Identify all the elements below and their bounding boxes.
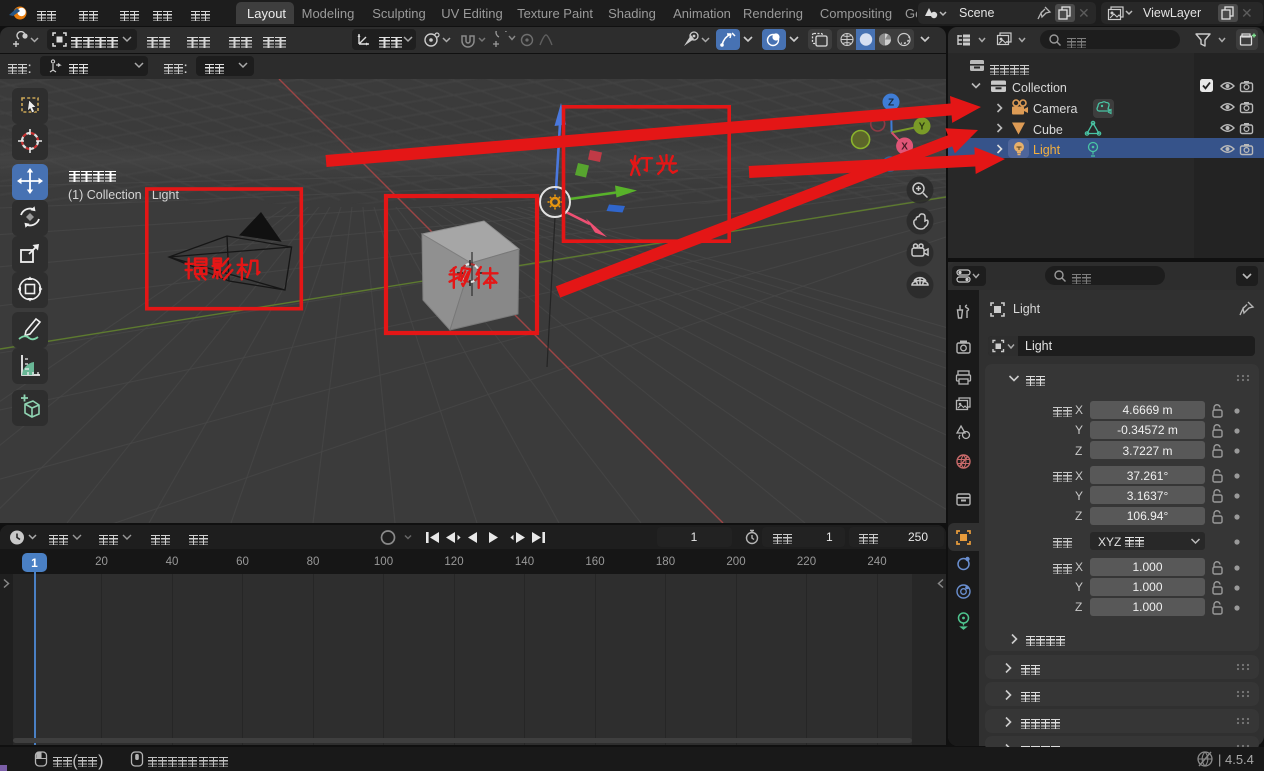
svg-text:X: X bbox=[901, 142, 908, 153]
svg-text:Y: Y bbox=[919, 122, 926, 133]
svg-text:Z: Z bbox=[888, 98, 894, 109]
